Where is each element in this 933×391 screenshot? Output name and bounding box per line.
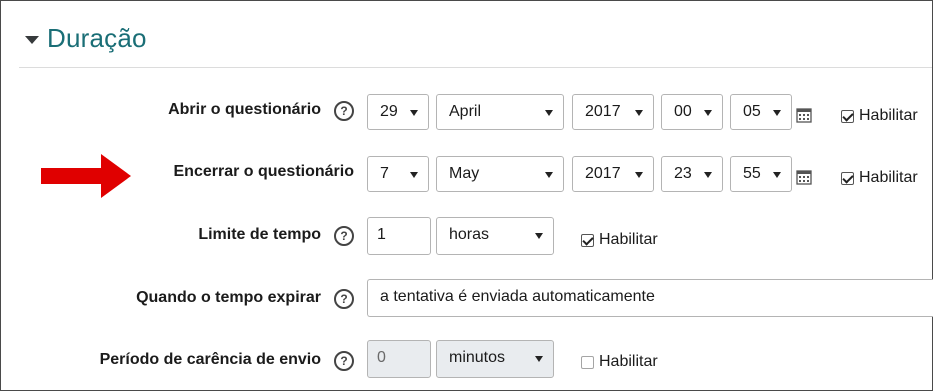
section-divider (19, 67, 932, 68)
open-enable-checkbox[interactable] (841, 110, 854, 123)
time-limit-enable-label: Habilitar (599, 231, 658, 248)
open-day-select[interactable]: 29 (367, 94, 429, 130)
grace-period-enable-label: Habilitar (599, 353, 658, 370)
close-minute-select[interactable]: 55 (730, 156, 792, 192)
time-limit-input[interactable]: 1 (367, 217, 431, 255)
close-year-select[interactable]: 2017 (572, 156, 654, 192)
help-icon[interactable]: ? (334, 289, 354, 309)
time-limit-unit-select[interactable]: horas (436, 217, 554, 255)
section-title: Duração (47, 23, 147, 53)
open-quiz-label: Abrir o questionário (168, 101, 321, 118)
grace-period-unit-select[interactable]: minutos (436, 340, 554, 378)
close-month-select[interactable]: May (436, 156, 564, 192)
calendar-icon[interactable] (796, 107, 812, 123)
close-hour-select[interactable]: 23 (661, 156, 723, 192)
section-header-duracao[interactable]: Duração (25, 23, 147, 54)
when-time-expires-select[interactable]: a tentativa é enviada automaticamente (367, 279, 933, 317)
open-minute-select[interactable]: 05 (730, 94, 792, 130)
help-icon[interactable]: ? (334, 101, 354, 121)
when-time-expires-label: Quando o tempo expirar (136, 289, 321, 306)
close-day-select[interactable]: 7 (367, 156, 429, 192)
red-arrow-icon (41, 154, 131, 198)
help-icon[interactable]: ? (334, 351, 354, 371)
close-enable-label: Habilitar (859, 169, 918, 186)
grace-period-enable-checkbox[interactable] (581, 356, 594, 369)
calendar-icon[interactable] (796, 169, 812, 185)
open-year-select[interactable]: 2017 (572, 94, 654, 130)
open-enable-label: Habilitar (859, 107, 918, 124)
collapse-caret-icon[interactable] (25, 35, 39, 44)
form-panel: Duração Abrir o questionário ? 29 April … (0, 0, 933, 391)
open-hour-select[interactable]: 00 (661, 94, 723, 130)
grace-period-label: Período de carência de envio (99, 351, 321, 368)
time-limit-enable-checkbox[interactable] (581, 234, 594, 247)
close-quiz-label: Encerrar o questionário (173, 163, 355, 180)
grace-period-input[interactable]: 0 (367, 340, 431, 378)
time-limit-label: Limite de tempo (198, 226, 321, 243)
close-enable-checkbox[interactable] (841, 172, 854, 185)
open-month-select[interactable]: April (436, 94, 564, 130)
help-icon[interactable]: ? (334, 226, 354, 246)
